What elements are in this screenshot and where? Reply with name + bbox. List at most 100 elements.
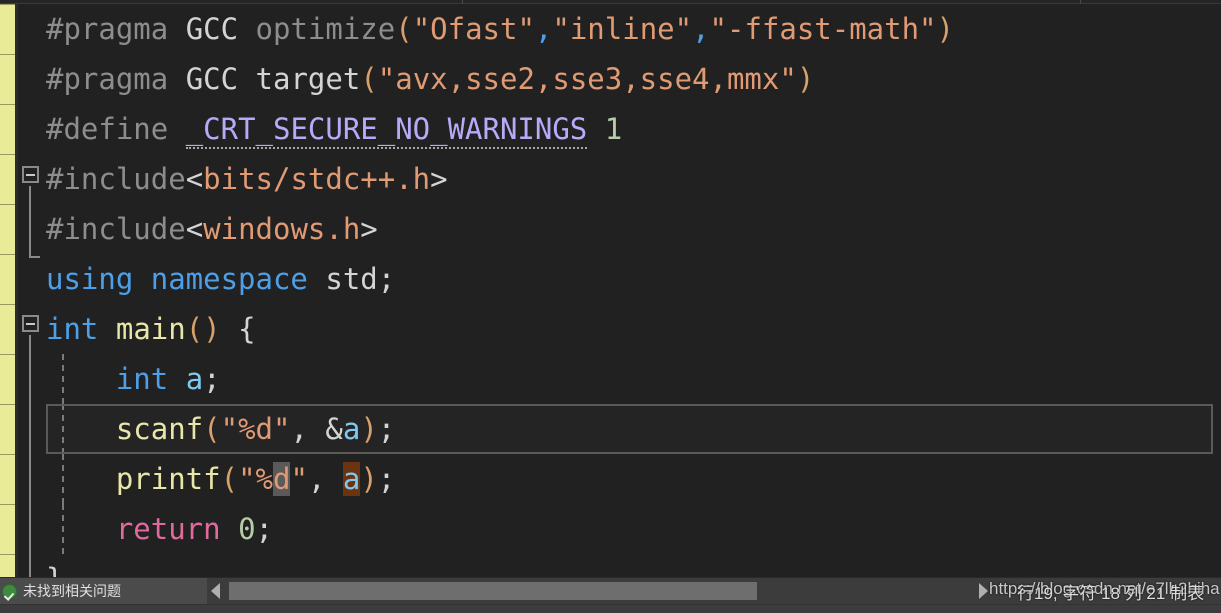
fold-range-line-include [29,186,31,258]
code-token: "%d" [220,412,291,446]
cursor-position-label: 行19, 字符 18 列 21 制表 [1017,584,1205,603]
problems-status-label: 未找到相关问题 [23,583,121,599]
change-bar-segment [0,404,15,405]
code-token: ) [796,62,815,96]
code-token: & [325,412,343,446]
horizontal-scroll-thumb[interactable] [229,582,757,600]
code-token: 0 [238,512,256,546]
indent-guide [62,454,64,504]
indent-guide [62,354,64,404]
code-token: , [290,412,326,446]
change-bar-gutter [0,4,15,577]
code-token: ) [360,462,378,496]
code-line[interactable]: scanf("%d", &a); [46,404,1221,454]
code-line[interactable]: } [46,554,1221,577]
editor-area[interactable]: #pragma GCC optimize("Ofast","inline","-… [0,4,1221,577]
change-bar-segment [0,504,15,505]
change-bar-segment [0,54,15,55]
code-content[interactable]: #pragma GCC optimize("Ofast","inline","-… [46,4,1221,577]
status-bar: 未找到相关问题 https://blog.csdn.net/e7lb2hiha … [0,577,1221,613]
code-token: "Ofast" [412,12,535,46]
change-bar-segment [0,554,15,555]
check-circle-icon [2,583,17,599]
code-token: int [46,312,99,346]
code-token: > [360,212,378,246]
code-token: optimize [255,12,396,46]
code-token: , [307,462,343,496]
change-bar-segment [0,154,15,155]
fold-toggle-include-block[interactable] [22,166,39,183]
code-line[interactable]: int a; [46,354,1221,404]
code-token: , [534,12,553,46]
change-bar-segment [0,104,15,105]
code-token: ; [377,462,396,496]
change-bar-segment [0,204,15,205]
code-token: ( [395,12,413,46]
code-token: { [238,312,256,346]
code-line[interactable]: using namespace std; [46,254,1221,304]
folding-column[interactable] [18,4,46,577]
code-line[interactable]: return 0; [46,504,1221,554]
triangle-left-icon[interactable] [211,583,220,599]
code-token: #include [46,212,186,246]
code-line[interactable]: #pragma GCC optimize("Ofast","inline","-… [46,4,1221,54]
code-token: < [185,162,204,196]
code-token: "% [238,462,273,496]
code-token: " [290,462,308,496]
code-token: std [325,262,378,296]
code-token: } [46,562,63,577]
code-token: target [255,62,361,96]
change-bar-segment [0,254,15,255]
code-token: a [342,412,361,446]
change-bar-segment [0,304,15,305]
code-editor-window: #pragma GCC optimize("Ofast","inline","-… [0,0,1221,613]
overlay-text-group: https://blog.csdn.net/e7lb2hiha 行19, 字符 … [969,578,1221,604]
code-line[interactable]: #pragma GCC target("avx,sse2,sse3,sse4,m… [46,54,1221,104]
code-token: scanf [115,412,204,446]
code-token: main [115,312,186,346]
change-bar-segment [0,454,15,455]
indent-guide [62,504,64,554]
code-token: return [115,512,221,546]
code-token: ( [220,462,239,496]
code-token: windows.h [203,212,361,246]
code-token: ( [360,62,378,96]
code-line[interactable]: int main() { [46,304,1221,354]
code-token: ; [377,262,396,296]
code-token: ) [936,12,954,46]
code-line[interactable]: #include<bits/stdc++.h> [46,154,1221,204]
code-line[interactable]: #define _CRT_SECURE_NO_WARNINGS 1 [46,104,1221,154]
code-line[interactable]: #include<windows.h> [46,204,1221,254]
problems-status[interactable]: 未找到相关问题 [0,578,207,604]
bottom-filler-strip [0,604,1221,613]
code-token: using namespace [46,262,308,296]
fold-toggle-main-block[interactable] [22,315,39,332]
code-token: #pragma [46,12,169,46]
code-line[interactable]: printf("%d", a); [46,454,1221,504]
horizontal-scrollbar[interactable]: https://blog.csdn.net/e7lb2hiha 行19, 字符 … [207,578,1221,604]
fold-range-line-main [29,335,31,577]
code-token: #include [46,162,186,196]
code-token: "avx,sse2,sse3,sse4,mmx" [377,62,797,96]
code-token: ) [360,412,378,446]
fold-range-foot-include [29,256,40,258]
code-token: GCC [185,62,239,96]
code-token: , [692,12,710,46]
code-token: ; [203,362,221,396]
code-token: _CRT_SECURE_NO_WARNINGS [185,112,588,149]
code-token: a [342,462,361,496]
code-token: ( [203,412,221,446]
